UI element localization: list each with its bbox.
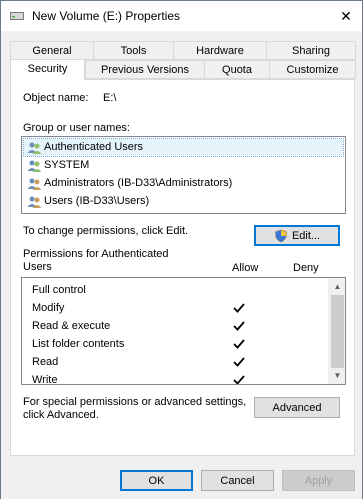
allow-column-header: Allow bbox=[232, 262, 259, 274]
permission-name: Write bbox=[32, 374, 58, 385]
uac-shield-icon bbox=[275, 229, 287, 242]
user-list-item[interactable]: SYSTEM bbox=[24, 157, 343, 174]
tab-hardware[interactable]: Hardware bbox=[173, 41, 267, 60]
allow-check-icon bbox=[233, 357, 245, 367]
scroll-up-icon[interactable]: ▲ bbox=[329, 278, 345, 295]
user-list-item[interactable]: Administrators (IB-D33\Administrators) bbox=[24, 175, 343, 192]
permissions-for-label: Permissions for Authenticated Users bbox=[23, 248, 169, 273]
edit-button[interactable]: Edit... bbox=[254, 225, 340, 246]
users-group-icon bbox=[27, 178, 42, 190]
permission-name: List folder contents bbox=[32, 338, 125, 350]
tab-general[interactable]: General bbox=[10, 41, 94, 60]
title-bar[interactable]: New Volume (E:) Properties ✕ bbox=[1, 1, 362, 31]
user-list-item[interactable]: Users (IB-D33\Users) bbox=[24, 193, 343, 210]
allow-check-icon bbox=[233, 303, 245, 313]
user-list-item-label: Administrators (IB-D33\Administrators) bbox=[44, 177, 233, 189]
permission-row: Read & execute bbox=[32, 317, 322, 335]
tab-quota[interactable]: Quota bbox=[204, 60, 270, 79]
tab-previous-versions[interactable]: Previous Versions bbox=[85, 60, 205, 79]
object-name-value: E:\ bbox=[103, 92, 117, 104]
tab-sharing[interactable]: Sharing bbox=[266, 41, 356, 60]
scroll-down-icon[interactable]: ▼ bbox=[329, 367, 345, 384]
tab-customize[interactable]: Customize bbox=[269, 60, 356, 79]
permission-row: Full control bbox=[32, 281, 322, 299]
cancel-button[interactable]: Cancel bbox=[201, 470, 274, 491]
window-title: New Volume (E:) Properties bbox=[32, 9, 181, 23]
tab-tools[interactable]: Tools bbox=[93, 41, 174, 60]
users-group-icon bbox=[27, 196, 42, 208]
allow-check-icon bbox=[233, 375, 245, 384]
permission-name: Read & execute bbox=[32, 320, 111, 332]
user-list-item[interactable]: Authenticated Users bbox=[23, 138, 344, 157]
advanced-button-label: Advanced bbox=[272, 401, 322, 414]
special-permissions-text: For special permissions or advanced sett… bbox=[23, 396, 247, 421]
user-list-item-label: Authenticated Users bbox=[44, 141, 144, 153]
users-group-icon bbox=[27, 160, 42, 172]
deny-column-header: Deny bbox=[293, 262, 319, 274]
users-group-icon bbox=[27, 142, 42, 154]
permission-name: Modify bbox=[32, 302, 65, 314]
permission-row: Write bbox=[32, 371, 322, 385]
edit-button-label: Edit... bbox=[291, 229, 321, 242]
cancel-button-label: Cancel bbox=[220, 474, 255, 487]
security-panel: Object name: E:\ Group or user names: Au… bbox=[10, 79, 355, 456]
apply-button-label: Apply bbox=[304, 474, 333, 487]
close-button[interactable]: ✕ bbox=[334, 5, 358, 27]
close-icon: ✕ bbox=[340, 7, 352, 24]
permission-row: Modify bbox=[32, 299, 322, 317]
drive-icon bbox=[10, 12, 24, 20]
object-name-label: Object name: bbox=[23, 92, 89, 104]
dialog-footer: OK Cancel Apply bbox=[1, 459, 362, 499]
apply-button[interactable]: Apply bbox=[282, 470, 355, 491]
user-list-item-label: SYSTEM bbox=[44, 159, 90, 171]
user-list-item-label: Users (IB-D33\Users) bbox=[44, 195, 150, 207]
permission-name: Full control bbox=[32, 284, 86, 296]
permission-row: Read bbox=[32, 353, 322, 371]
tab-security[interactable]: Security bbox=[10, 59, 85, 80]
change-permissions-text: To change permissions, click Edit. bbox=[23, 225, 189, 237]
properties-window: New Volume (E:) Properties ✕ General Too… bbox=[0, 0, 363, 499]
ok-button-label: OK bbox=[148, 474, 165, 487]
permissions-scrollbar[interactable]: ▲ ▼ bbox=[328, 278, 345, 384]
allow-check-icon bbox=[233, 339, 245, 349]
scroll-thumb[interactable] bbox=[331, 295, 344, 368]
user-list[interactable]: Authenticated Users SYSTEM Administrator… bbox=[21, 136, 346, 214]
advanced-button[interactable]: Advanced bbox=[254, 397, 340, 418]
permission-row: List folder contents bbox=[32, 335, 322, 353]
allow-check-icon bbox=[233, 321, 245, 331]
ok-button[interactable]: OK bbox=[120, 470, 193, 491]
permission-name: Read bbox=[32, 356, 59, 368]
permissions-list[interactable]: Full control Modify Read & execute List … bbox=[21, 277, 346, 385]
group-names-label: Group or user names: bbox=[23, 122, 130, 134]
